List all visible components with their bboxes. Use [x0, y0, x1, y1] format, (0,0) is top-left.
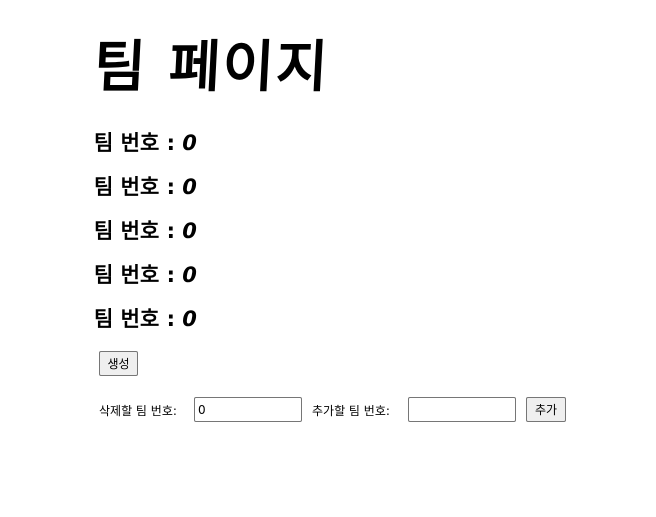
team-list: 팀 번호 : 0 팀 번호 : 0 팀 번호 : 0 팀 번호 : 0 팀 번호… [94, 124, 197, 344]
team-number-label: 팀 번호 : [94, 175, 183, 199]
create-button[interactable]: 생성 [99, 351, 138, 376]
team-row: 팀 번호 : 0 [94, 212, 197, 256]
page-title: 팀 페이지 [92, 35, 332, 100]
team-number-label: 팀 번호 : [94, 263, 183, 287]
add-button[interactable]: 추가 [526, 397, 566, 422]
team-number-value: 0 [182, 307, 197, 331]
team-row: 팀 번호 : 0 [94, 168, 197, 212]
delete-team-input[interactable] [194, 397, 302, 422]
team-number-value: 0 [182, 175, 197, 199]
add-team-label: 추가할 팀 번호: [312, 404, 390, 418]
team-row: 팀 번호 : 0 [94, 300, 197, 344]
team-number-value: 0 [182, 131, 197, 155]
team-row: 팀 번호 : 0 [94, 124, 197, 168]
team-number-value: 0 [182, 219, 197, 243]
team-page: 팀 페이지 팀 번호 : 0 팀 번호 : 0 팀 번호 : 0 팀 번호 : … [0, 0, 656, 517]
add-team-input[interactable] [408, 397, 516, 422]
team-number-label: 팀 번호 : [94, 219, 183, 243]
team-number-label: 팀 번호 : [94, 307, 183, 331]
team-row: 팀 번호 : 0 [94, 256, 197, 300]
team-number-label: 팀 번호 : [94, 131, 183, 155]
team-edit-form: 삭제할 팀 번호: 추가할 팀 번호: [99, 396, 579, 424]
delete-team-label: 삭제할 팀 번호: [99, 404, 177, 418]
team-number-value: 0 [182, 263, 197, 287]
